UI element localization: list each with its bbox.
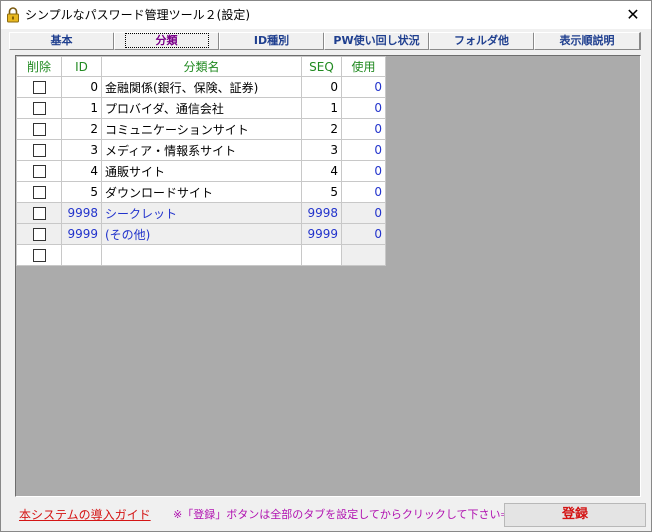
tab-strip: 基本 分類 ID種別 PW使い回し状況 フォルダ他 表示順説明 [9, 32, 643, 50]
name-cell[interactable]: コミュニケーションサイト [101, 118, 302, 140]
delete-checkbox[interactable] [32, 186, 46, 199]
header-name: 分類名 [101, 56, 302, 77]
id-cell[interactable]: 3 [61, 139, 102, 161]
delete-cell [16, 118, 62, 140]
name-cell[interactable]: メディア・情報系サイト [101, 139, 302, 161]
register-button[interactable]: 登録 [504, 503, 646, 527]
tab-basic[interactable]: 基本 [9, 32, 115, 50]
lock-icon [7, 7, 19, 23]
id-cell[interactable]: 5 [61, 181, 102, 203]
table-row: 0 金融関係(銀行、保険、証券) 0 0 [16, 76, 386, 98]
table-row-new [16, 244, 386, 266]
table-row: 9999 (その他) 9999 0 [16, 223, 386, 245]
tab-display-order-help[interactable]: 表示順説明 [534, 32, 641, 50]
tab-category[interactable]: 分類 [114, 32, 220, 50]
close-button[interactable]: ✕ [615, 1, 651, 29]
delete-cell [16, 244, 62, 266]
seq-cell[interactable] [301, 244, 342, 266]
tab-label: ID種別 [253, 34, 290, 47]
table-row: 1 プロバイダ、通信会社 1 0 [16, 97, 386, 119]
use-cell: 0 [341, 118, 386, 140]
seq-cell[interactable]: 3 [301, 139, 342, 161]
register-instruction-note: ※「登録」ボタンは全部のタブを設定してからクリックして下さい⇒ [173, 508, 510, 521]
table-row: 9998 シークレット 9998 0 [16, 202, 386, 224]
use-cell: 0 [341, 181, 386, 203]
table-row: 2 コミュニケーションサイト 2 0 [16, 118, 386, 140]
name-cell[interactable] [101, 244, 302, 266]
close-icon: ✕ [626, 5, 640, 24]
window-title: シンプルなパスワード管理ツール２(設定) [25, 8, 251, 22]
use-cell: 0 [341, 160, 386, 182]
grid-header-row: 削除 ID 分類名 SEQ 使用 [16, 56, 386, 77]
category-panel: 削除 ID 分類名 SEQ 使用 0 金融関係(銀行、保険、証券) 0 0 1 … [15, 55, 641, 497]
header-delete: 削除 [16, 56, 62, 77]
setup-guide-link[interactable]: 本システムの導入ガイド [19, 506, 151, 523]
id-cell[interactable]: 2 [61, 118, 102, 140]
seq-cell[interactable]: 5 [301, 181, 342, 203]
seq-cell[interactable]: 1 [301, 97, 342, 119]
tab-label: 基本 [50, 34, 73, 47]
id-cell[interactable]: 9998 [61, 202, 102, 224]
seq-cell[interactable]: 9998 [301, 202, 342, 224]
table-row: 4 通販サイト 4 0 [16, 160, 386, 182]
delete-cell [16, 97, 62, 119]
use-cell [341, 244, 386, 266]
tab-label: PW使い回し状況 [333, 34, 420, 47]
seq-cell[interactable]: 2 [301, 118, 342, 140]
tab-id-type[interactable]: ID種別 [219, 32, 325, 50]
use-cell: 0 [341, 202, 386, 224]
delete-cell [16, 160, 62, 182]
delete-checkbox[interactable] [32, 144, 46, 157]
id-cell[interactable]: 9999 [61, 223, 102, 245]
use-cell: 0 [341, 97, 386, 119]
seq-cell[interactable]: 4 [301, 160, 342, 182]
header-id: ID [61, 56, 102, 77]
id-cell[interactable] [61, 244, 102, 266]
delete-cell [16, 139, 62, 161]
name-cell[interactable]: 通販サイト [101, 160, 302, 182]
name-cell[interactable]: (その他) [101, 223, 302, 245]
use-cell: 0 [341, 223, 386, 245]
delete-cell [16, 202, 62, 224]
use-cell: 0 [341, 139, 386, 161]
tab-folder-other[interactable]: フォルダ他 [429, 32, 535, 50]
table-row: 3 メディア・情報系サイト 3 0 [16, 139, 386, 161]
id-cell[interactable]: 0 [61, 76, 102, 98]
name-cell[interactable]: 金融関係(銀行、保険、証券) [101, 76, 302, 98]
delete-checkbox[interactable] [32, 165, 46, 178]
tab-label: 分類 [124, 33, 209, 48]
header-use: 使用 [341, 56, 386, 77]
delete-cell [16, 76, 62, 98]
tab-label: 表示順説明 [559, 34, 615, 47]
delete-checkbox[interactable] [32, 123, 46, 136]
name-cell[interactable]: プロバイダ、通信会社 [101, 97, 302, 119]
title-bar: シンプルなパスワード管理ツール２(設定) ✕ [1, 1, 651, 29]
settings-window: シンプルなパスワード管理ツール２(設定) ✕ 基本 分類 ID種別 PW使い回し… [0, 0, 652, 532]
name-cell[interactable]: シークレット [101, 202, 302, 224]
delete-checkbox[interactable] [32, 102, 46, 115]
tab-password-reuse[interactable]: PW使い回し状況 [324, 32, 430, 50]
category-grid: 削除 ID 分類名 SEQ 使用 0 金融関係(銀行、保険、証券) 0 0 1 … [16, 56, 386, 266]
delete-cell [16, 181, 62, 203]
seq-cell[interactable]: 9999 [301, 223, 342, 245]
delete-checkbox[interactable] [32, 207, 46, 220]
tab-label: フォルダ他 [454, 34, 509, 47]
use-cell: 0 [341, 76, 386, 98]
delete-checkbox[interactable] [32, 81, 46, 94]
table-row: 5 ダウンロードサイト 5 0 [16, 181, 386, 203]
delete-checkbox[interactable] [32, 249, 46, 262]
delete-cell [16, 223, 62, 245]
delete-checkbox[interactable] [32, 228, 46, 241]
id-cell[interactable]: 1 [61, 97, 102, 119]
name-cell[interactable]: ダウンロードサイト [101, 181, 302, 203]
seq-cell[interactable]: 0 [301, 76, 342, 98]
id-cell[interactable]: 4 [61, 160, 102, 182]
header-seq: SEQ [301, 56, 342, 77]
